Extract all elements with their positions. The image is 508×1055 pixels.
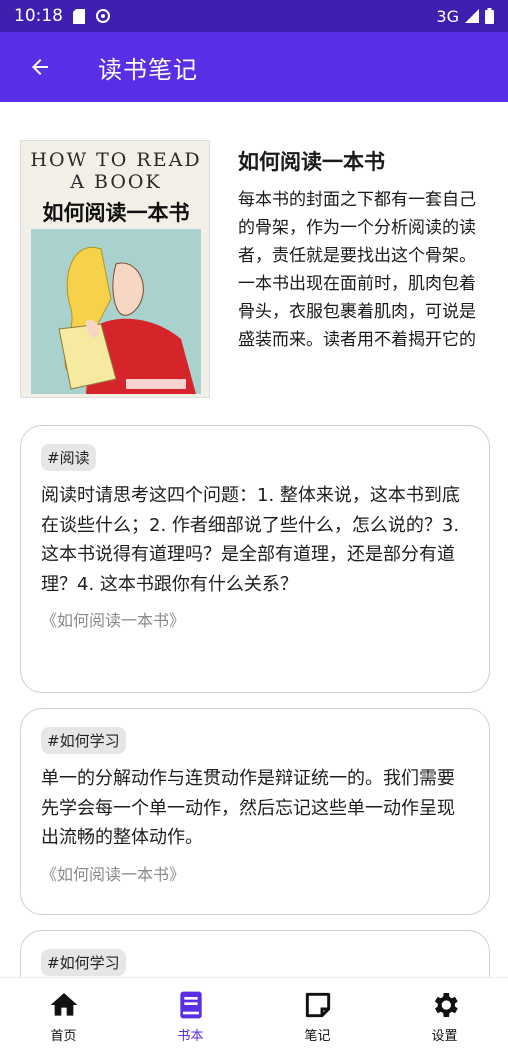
battery-icon	[485, 8, 494, 24]
note-card[interactable]: #阅读 阅读时请思考这四个问题：1. 整体来说，这本书到底在谈些什么；2. 作者…	[20, 425, 490, 693]
home-icon	[50, 993, 77, 1016]
page-title: 读书笔记	[98, 55, 198, 84]
book-title: 如何阅读一本书	[238, 150, 385, 174]
arrow-back-icon	[32, 59, 48, 75]
note-tag[interactable]: #如何学习	[41, 949, 126, 976]
settings-status-icon	[96, 9, 110, 23]
book-cover[interactable]: HOW TO READ A BOOK 如何阅读一本书	[20, 140, 210, 398]
nav-item-notes[interactable]: 笔记	[254, 978, 381, 1055]
nav-label: 设置	[431, 1029, 458, 1044]
app-bar: 读书笔记	[0, 32, 508, 102]
book-icon	[179, 991, 202, 1019]
gear-icon	[434, 993, 458, 1017]
note-icon	[305, 992, 330, 1018]
book-header: HOW TO READ A BOOK 如何阅读一本书 如何阅读一本书 每本书的封…	[20, 140, 490, 400]
nav-label: 书本	[177, 1029, 204, 1044]
cover-chinese-title: 如何阅读一本书	[42, 200, 190, 225]
back-button[interactable]	[0, 32, 80, 102]
nav-label: 首页	[50, 1029, 77, 1044]
note-tag[interactable]: #如何学习	[41, 727, 126, 754]
nav-label: 笔记	[304, 1029, 331, 1044]
note-text: 单一的分解动作与连贯动作是辩证统一的。我们需要先学会每一个单一动作，然后忘记这些…	[41, 768, 455, 848]
note-card[interactable]: #如何学习 单一的分解动作与连贯动作是辩证统一的。我们需要先学会每一个单一动作，…	[20, 708, 490, 915]
network-type: 3G	[436, 6, 459, 26]
status-time: 10:18	[14, 6, 63, 26]
bottom-navigation: 首页 书本 笔记 设置	[0, 977, 508, 1055]
note-tag[interactable]: #阅读	[41, 444, 96, 471]
nav-item-settings[interactable]: 设置	[381, 978, 508, 1055]
cover-illustration	[31, 229, 201, 394]
sd-card-icon	[73, 8, 85, 24]
book-description: 每本书的封面之下都有一套自己的骨架，作为一个分析阅读的读者，责任就是要找出这个骨…	[238, 190, 476, 350]
book-info: 如何阅读一本书 每本书的封面之下都有一套自己的骨架，作为一个分析阅读的读者，责任…	[238, 140, 490, 398]
cover-english-title-line1: HOW TO READ	[30, 149, 202, 171]
note-source: 《如何阅读一本书》	[41, 864, 186, 884]
cover-english-title-line2: A BOOK	[70, 171, 162, 193]
nav-item-books[interactable]: 书本	[127, 978, 254, 1055]
status-bar: 10:18 3G	[0, 0, 508, 32]
note-source: 《如何阅读一本书》	[41, 611, 186, 630]
nav-item-home[interactable]: 首页	[0, 978, 127, 1055]
note-text: 阅读时请思考这四个问题：1. 整体来说，这本书到底在谈些什么；2. 作者细部说了…	[41, 485, 460, 595]
signal-icon	[465, 9, 479, 23]
